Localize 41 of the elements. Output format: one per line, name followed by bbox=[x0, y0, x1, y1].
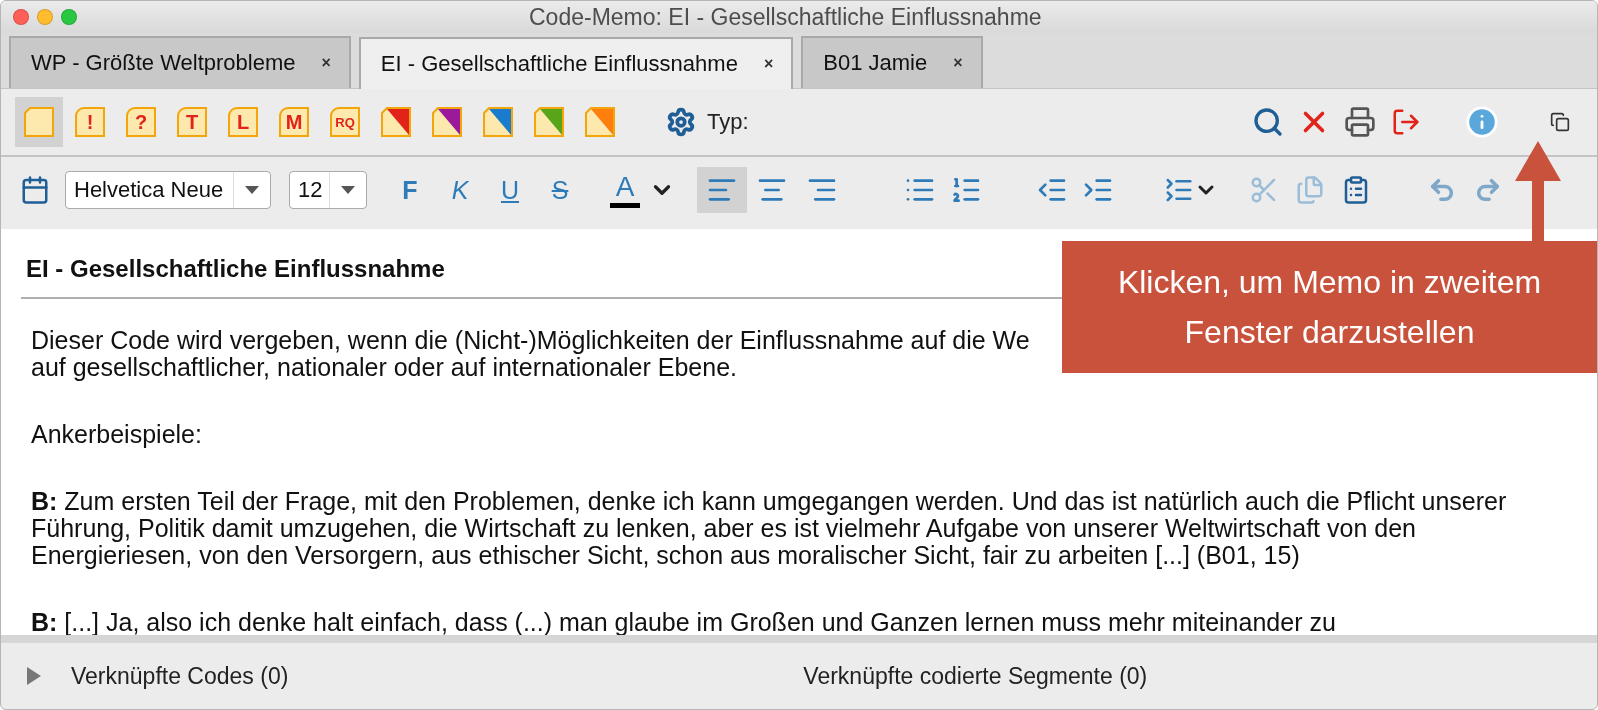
dropdown-arrow-icon bbox=[341, 186, 355, 194]
linked-segments-label[interactable]: Verknüpfte codierte Segmente (0) bbox=[803, 662, 1148, 690]
memo-type-button[interactable]: RQ bbox=[321, 97, 369, 147]
memo-type-label: ! bbox=[75, 107, 105, 137]
tab[interactable]: B01 Jamie × bbox=[801, 36, 983, 88]
memo-type-button[interactable]: L bbox=[219, 97, 267, 147]
memo-type-label: ? bbox=[126, 107, 156, 137]
dropdown-arrow-icon bbox=[245, 186, 259, 194]
memo-type-button[interactable]: T bbox=[168, 97, 216, 147]
tab[interactable]: EI - Gesellschaftliche Einflussnahme × bbox=[358, 37, 794, 89]
text-color-button[interactable]: A bbox=[603, 167, 647, 213]
strike-button[interactable]: S bbox=[535, 167, 585, 213]
tab-close-button[interactable]: × bbox=[953, 54, 963, 72]
linked-codes-label[interactable]: Verknüpfte Codes (0) bbox=[71, 662, 289, 690]
memo-text: B: Zum ersten Teil der Frage, mit den Problemen, denke ich kann umgegangen werden. Und das ist natürlich auch die Pflicht unserer Führung, Politik damit umzugehen, die Wirtschaft zu lenken, aber es ist vielmehr Aufgabe von unserer Weltwirtschaft von den Energieriesen, von den Versorgern, aus ethischer Sicht, schon aus moralischer Sicht, fair zu arbeiten [...] (B01, 15) bbox=[31, 488, 1508, 569]
memo-text: auf gesellschaftlicher, nationaler oder auf internationaler Ebene. bbox=[31, 354, 738, 381]
callout: Klicken, um Memo in zweitem Fenster darzustellen bbox=[1062, 241, 1597, 373]
underline-button[interactable]: U bbox=[485, 167, 535, 213]
memo-type-button[interactable]: ! bbox=[66, 97, 114, 147]
memo-type-label: M bbox=[279, 107, 309, 137]
memo-type-label: RQ bbox=[330, 107, 360, 137]
memo-type-label: L bbox=[228, 107, 258, 137]
size-select[interactable]: 12 bbox=[289, 171, 367, 209]
memo-text: Dieser Code wird vergeben, wenn die (Nicht-)Möglichkeiten der Einflussnahme auf die We bbox=[31, 327, 1030, 354]
italic-button[interactable]: K bbox=[435, 167, 485, 213]
expand-toggle[interactable] bbox=[27, 667, 41, 685]
tab-close-button[interactable]: × bbox=[763, 55, 774, 73]
font-select[interactable]: Helvetica Neue bbox=[65, 171, 271, 209]
bold-button[interactable]: F bbox=[385, 167, 435, 213]
close-button[interactable] bbox=[13, 9, 29, 25]
zoom-button[interactable] bbox=[61, 9, 77, 25]
tab-close-button[interactable]: × bbox=[321, 54, 331, 72]
memo-text: Ankerbeispiele: bbox=[31, 421, 202, 448]
memo-type-button[interactable]: ? bbox=[117, 97, 165, 147]
align-left-button[interactable] bbox=[697, 167, 747, 213]
window-title: Code-Memo: EI - Gesellschaftliche Einflussnahme bbox=[529, 3, 1042, 31]
tab[interactable]: WP - Größte Weltprobleme × bbox=[9, 36, 351, 88]
memo-type-label: T bbox=[177, 107, 207, 137]
memo-icon bbox=[24, 107, 54, 137]
memo-type-button[interactable]: M bbox=[270, 97, 318, 147]
type-label: Typ: bbox=[707, 109, 749, 135]
